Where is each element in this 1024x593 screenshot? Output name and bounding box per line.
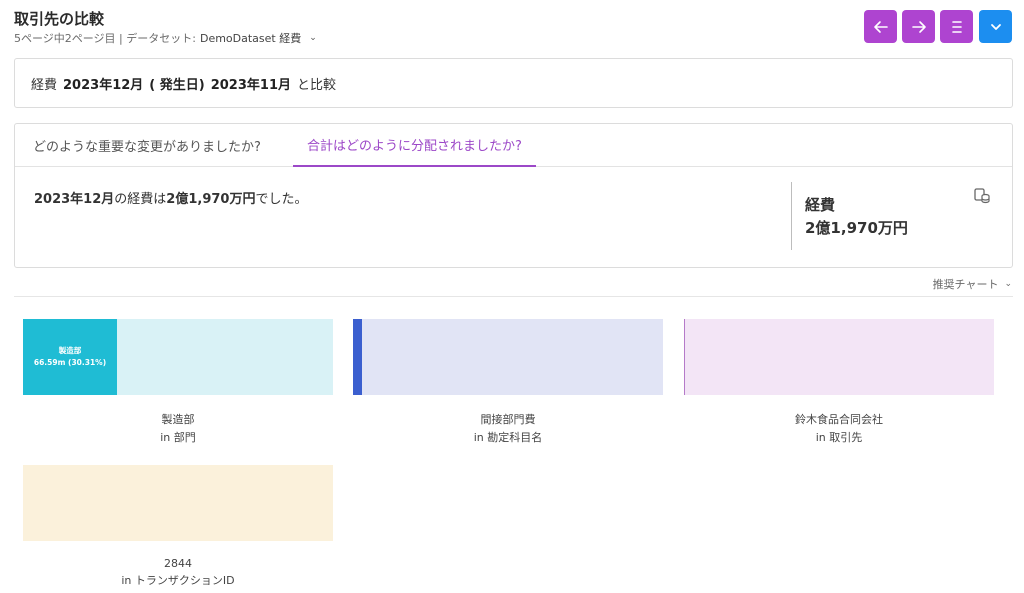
distribution-bar-fill — [353, 319, 362, 395]
compare-suffix: と比較 — [297, 77, 337, 93]
fill-label-name: 製造部 — [58, 346, 82, 355]
summary-text: 2023年12月の経費は2億1,970万円でした。 — [34, 188, 307, 207]
card-title: 製造部 — [161, 413, 195, 426]
page-subtitle: 5ページ中2ページ目 | データセット: DemoDataset 経費 ⌄ — [14, 30, 317, 46]
dataset-selector[interactable]: DemoDataset 経費 — [200, 30, 301, 46]
distribution-bar[interactable]: 製造部 66.59m (30.31%) — [23, 319, 333, 395]
card-dimension: in 部門 — [160, 431, 196, 444]
card-title: 2844 — [164, 557, 192, 570]
card-dimension: in 勘定科目名 — [473, 431, 543, 444]
tab-bar: どのような重要な変更がありましたか? 合計はどのように分配されましたか? — [15, 124, 1012, 167]
menu-icon — [951, 20, 962, 33]
next-page-button[interactable] — [902, 10, 935, 43]
card-dimension: in 取引先 — [815, 431, 863, 444]
chevron-down-icon: ⌄ — [1004, 279, 1012, 289]
summary-tail: でした。 — [255, 192, 308, 207]
comparison-bar: 経費 2023年12月 ( 発生日) 2023年11月 と比較 — [14, 58, 1013, 108]
copy-data-icon[interactable] — [973, 187, 991, 205]
page-title: 取引先の比較 — [14, 10, 105, 28]
compare-metric: 経費 — [31, 77, 58, 93]
chevron-down-icon — [990, 23, 1001, 30]
kpi-value: 2億1,970万円 — [805, 219, 908, 237]
fill-label-value: 66.59m (30.31%) — [33, 358, 107, 367]
compare-period-note: ( 発生日) — [149, 77, 205, 93]
distribution-bar[interactable] — [23, 465, 333, 541]
recommended-chart-label: 推奨チャート — [932, 278, 999, 291]
insight-panel: どのような重要な変更がありましたか? 合計はどのように分配されましたか? 202… — [14, 123, 1013, 268]
card-title: 鈴木食品合同会社 — [795, 413, 883, 426]
distribution-bar[interactable] — [353, 319, 663, 395]
kpi-divider — [791, 182, 792, 250]
kpi-label: 経費 — [805, 196, 836, 214]
distribution-card-department[interactable]: 製造部 66.59m (30.31%) 製造部 in 部門 — [23, 319, 333, 445]
prev-page-button[interactable] — [864, 10, 897, 43]
more-options-button[interactable] — [979, 10, 1012, 43]
compare-period[interactable]: 2023年12月 — [63, 74, 143, 93]
distribution-bar-fill — [684, 319, 685, 395]
distribution-card-transaction[interactable]: 2844 in トランザクションID — [23, 465, 333, 588]
tab-key-changes[interactable]: どのような重要な変更がありましたか? — [33, 124, 261, 167]
distribution-bar-label: 製造部 66.59m (30.31%) — [23, 319, 117, 395]
summary-mid: の経費は — [114, 192, 167, 207]
menu-button[interactable] — [940, 10, 973, 43]
recommended-chart-selector[interactable]: 推奨チャート ⌄ — [933, 276, 1012, 292]
summary-period: 2023年12月 — [34, 192, 115, 207]
compare-with-period[interactable]: 2023年11月 — [211, 74, 291, 93]
card-dimension: in トランザクションID — [121, 574, 235, 587]
distribution-card-account[interactable]: 間接部門費 in 勘定科目名 — [353, 319, 663, 445]
tab-distribution[interactable]: 合計はどのように分配されましたか? — [293, 124, 536, 167]
arrow-right-icon — [911, 20, 926, 33]
divider — [14, 296, 1013, 297]
distribution-card-vendor[interactable]: 鈴木食品合同会社 in 取引先 — [684, 319, 994, 445]
arrow-left-icon — [873, 20, 888, 33]
card-title: 間接部門費 — [480, 413, 536, 426]
chevron-down-icon[interactable]: ⌄ — [309, 33, 317, 43]
distribution-bar[interactable] — [684, 319, 994, 395]
page-indicator: 5ページ中2ページ目 | データセット: — [14, 32, 196, 45]
summary-amount: 2億1,970万円 — [166, 192, 256, 207]
